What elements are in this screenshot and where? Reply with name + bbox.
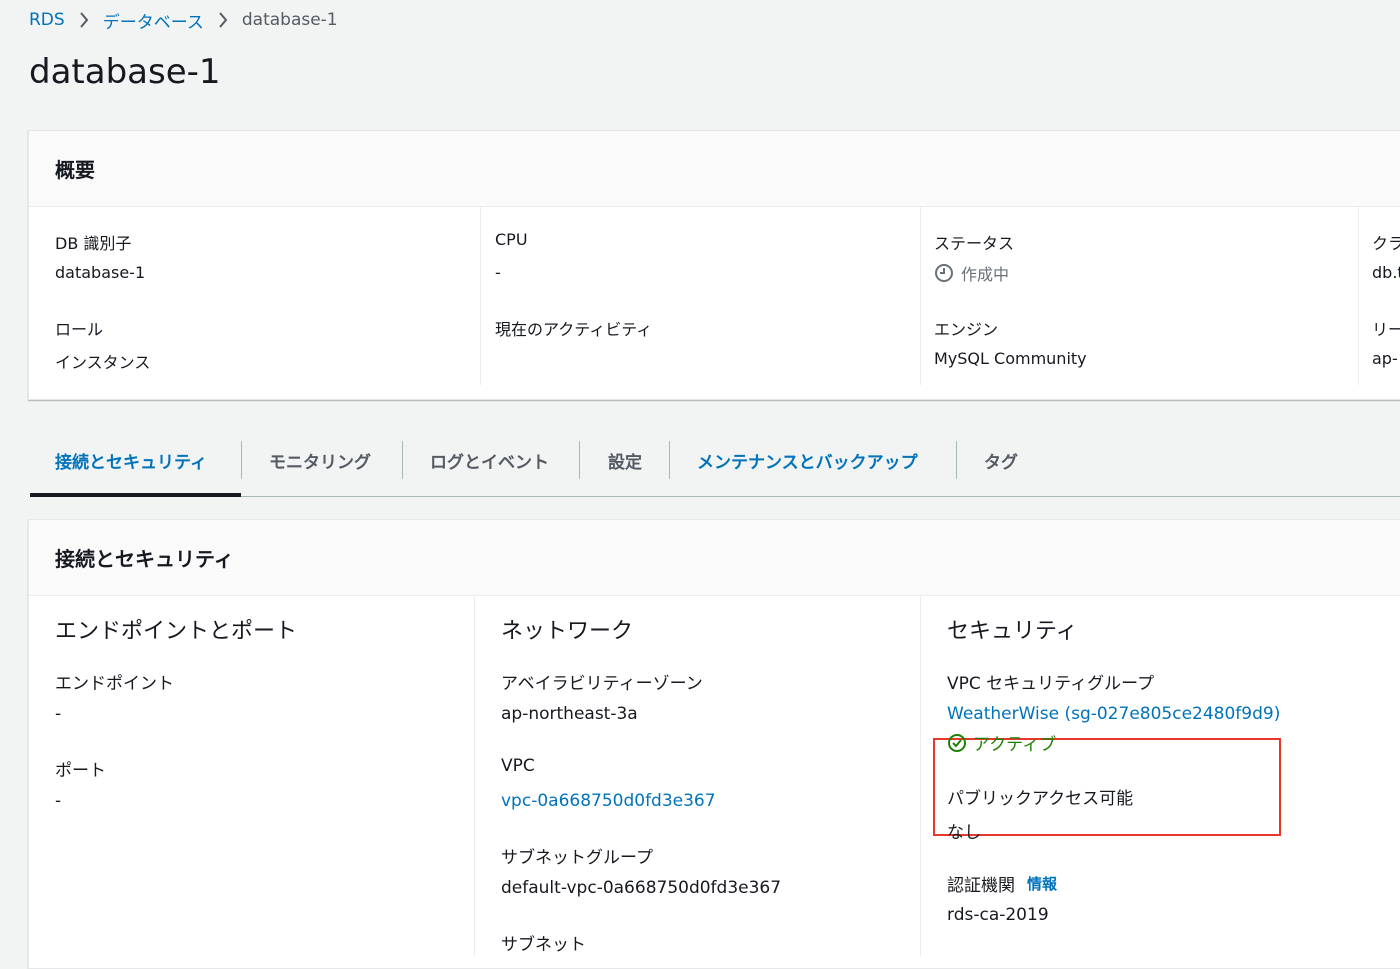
engine-label: エンジン — [934, 320, 999, 339]
vpc-link[interactable]: vpc-0a668750d0fd3e367 — [501, 791, 716, 811]
public-access-label: パブリックアクセス可能 — [947, 789, 1134, 809]
check-circle-icon — [948, 733, 966, 752]
tab-monitoring[interactable]: モニタリング — [269, 425, 371, 496]
db-id-label: DB 識別子 — [55, 234, 132, 253]
endpoint-label: エンドポイント — [55, 674, 174, 694]
breadcrumb-current: database-1 — [241, 10, 338, 30]
network-section: ネットワーク アベイラビリティーゾーン ap-northeast-3a VPC … — [475, 596, 921, 956]
network-section-title: ネットワーク — [501, 619, 634, 644]
summary-col-status: ステータス 作成中 エンジン MySQL Community — [921, 207, 1359, 385]
chevron-right-icon — [79, 12, 89, 28]
tab-divider — [579, 441, 580, 479]
subnet-group-value: default-vpc-0a668750d0fd3e367 — [501, 878, 782, 898]
sg-status: アクティブ — [947, 730, 1056, 755]
role-label: ロール — [55, 320, 104, 339]
summary-header: 概要 — [29, 131, 1400, 207]
tab-maintenance-backup[interactable]: メンテナンスとバックアップ — [697, 425, 918, 496]
summary-col-cpu: CPU - 現在のアクティビティ — [481, 207, 921, 385]
ca-label-row: 認証機関 情報 — [947, 871, 1057, 896]
tab-logs-events[interactable]: ログとイベント — [430, 425, 549, 496]
security-group-link[interactable]: WeatherWise (sg-027e805ce2480f9d9) — [947, 704, 1280, 724]
ca-label: 認証機関 — [947, 876, 1015, 896]
az-value: ap-northeast-3a — [501, 704, 638, 724]
security-section-title: セキュリティ — [947, 619, 1078, 644]
connectivity-panel: 接続とセキュリティ エンドポイントとポート エンドポイント - ポート - ネッ… — [28, 519, 1400, 969]
class-label: クラ — [1372, 234, 1400, 253]
connectivity-header: 接続とセキュリティ — [29, 520, 1400, 596]
endpoint-value: - — [55, 704, 62, 724]
cpu-label: CPU — [495, 230, 528, 249]
region-value: ap- — [1372, 349, 1398, 368]
tab-configuration[interactable]: 設定 — [608, 425, 642, 496]
clock-icon — [935, 264, 953, 282]
class-value: db.t — [1372, 263, 1400, 282]
tab-divider — [241, 441, 242, 479]
summary-col-identity: DB 識別子 database-1 ロール インスタンス — [29, 207, 481, 385]
status-label: ステータス — [934, 234, 1015, 253]
sg-status-text: アクティブ — [973, 735, 1057, 755]
ca-value: rds-ca-2019 — [947, 905, 1049, 925]
engine-value: MySQL Community — [934, 349, 1087, 368]
region-label: リー — [1372, 320, 1400, 339]
tab-tags[interactable]: タグ — [984, 425, 1018, 496]
status-value: 作成中 — [934, 261, 1009, 285]
breadcrumb-rds[interactable]: RDS — [29, 10, 65, 30]
subnet-label: サブネット — [501, 935, 586, 955]
cpu-value: - — [495, 263, 501, 282]
tab-bar: 接続とセキュリティ モニタリング ログとイベント 設定 メンテナンスとバックアッ… — [30, 425, 1400, 497]
port-value: - — [55, 791, 62, 811]
status-text: 作成中 — [961, 265, 1010, 284]
breadcrumb: RDS データベース database-1 — [29, 8, 338, 33]
chevron-right-icon — [218, 12, 228, 28]
az-label: アベイラビリティーゾーン — [501, 674, 703, 694]
subnet-group-label: サブネットグループ — [501, 848, 653, 868]
summary-col-class: クラ db.t リー ap- — [1359, 207, 1400, 385]
activity-label: 現在のアクティビティ — [495, 320, 653, 339]
active-tab-indicator — [30, 493, 241, 497]
tab-connectivity-security[interactable]: 接続とセキュリティ — [55, 425, 207, 496]
port-label: ポート — [55, 761, 106, 781]
public-access-value: なし — [947, 823, 981, 843]
tab-divider — [402, 441, 403, 479]
breadcrumb-databases[interactable]: データベース — [103, 8, 204, 33]
security-section: セキュリティ VPC セキュリティグループ WeatherWise (sg-02… — [921, 596, 1400, 956]
page-title: database-1 — [29, 52, 221, 92]
ca-info-link[interactable]: 情報 — [1027, 873, 1057, 894]
tab-divider — [669, 441, 670, 479]
summary-panel: 概要 DB 識別子 database-1 ロール インスタンス CPU - 現在… — [28, 130, 1400, 400]
db-id-value: database-1 — [55, 263, 146, 282]
vpc-label: VPC — [501, 756, 535, 776]
endpoint-section: エンドポイントとポート エンドポイント - ポート - — [29, 596, 475, 956]
tab-divider — [956, 441, 957, 479]
role-value: インスタンス — [55, 353, 151, 372]
vpc-sg-label: VPC セキュリティグループ — [947, 674, 1155, 694]
endpoint-section-title: エンドポイントとポート — [55, 619, 298, 644]
